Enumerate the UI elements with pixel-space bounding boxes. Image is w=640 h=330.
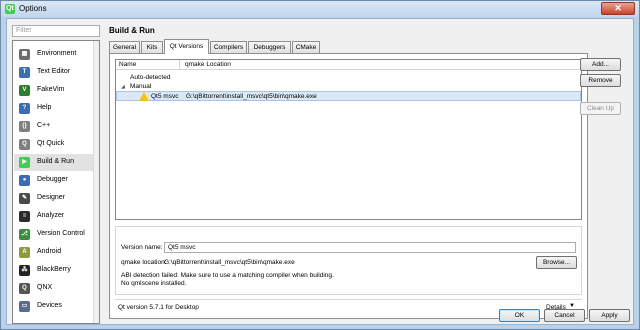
help-icon: ?	[19, 103, 30, 114]
fakevim-icon: V	[19, 85, 30, 96]
tab-general[interactable]: General	[109, 41, 140, 53]
sidebar-item-label: Devices	[37, 302, 62, 309]
qt-creator-icon: Qt	[5, 4, 15, 14]
tab-kits[interactable]: Kits	[141, 41, 163, 53]
column-separator[interactable]	[179, 60, 180, 70]
sidebar-item-label: Debugger	[37, 176, 68, 183]
add-button[interactable]: Add...	[580, 58, 621, 71]
page-title: Build & Run	[109, 26, 155, 35]
build-run-icon: ▶	[19, 157, 30, 168]
close-button[interactable]: ✕	[601, 2, 635, 15]
column-name-header[interactable]: Name	[119, 61, 136, 68]
qt-quick-icon: Q	[19, 139, 30, 150]
ok-button[interactable]: OK	[499, 309, 540, 322]
sidebar-item-label: Qt Quick	[37, 140, 65, 147]
sidebar-item-qnx[interactable]: Q QNX	[14, 280, 98, 297]
sidebar-item-label: BlackBerry	[37, 266, 71, 273]
remove-button[interactable]: Remove	[580, 74, 621, 87]
sidebar-item-environment[interactable]: ▦ Environment	[14, 46, 98, 63]
sidebar-item-fakevim[interactable]: V FakeVim	[14, 82, 98, 99]
expanded-arrow-icon[interactable]: ◢	[121, 84, 125, 90]
sidebar-item-label: Help	[37, 104, 52, 111]
sidebar-item-label: FakeVim	[37, 86, 65, 93]
sidebar-item-label: Designer	[37, 194, 66, 201]
qt-versions-panel: Name qmake Location Auto-detected ◢ Manu…	[109, 53, 588, 319]
tree-row-qt5-msvc[interactable]: Qt5 msvc G:\qBittorrent\install_msvc\qt5…	[116, 91, 581, 101]
sidebar-item-label: Environment	[37, 50, 77, 57]
sidebar-item-version-control[interactable]: ⎇ Version Control	[14, 226, 98, 243]
tab-debuggers[interactable]: Debuggers	[248, 41, 291, 53]
sidebar-item-devices[interactable]: ▭ Devices	[14, 298, 98, 315]
tree-label: Manual	[130, 83, 152, 90]
debugger-icon: ●	[19, 175, 30, 186]
sidebar-item-label: Build & Run	[37, 158, 74, 165]
sidebar-item-analyzer[interactable]: ≡ Analyzer	[14, 208, 98, 225]
sidebar-item-text-editor[interactable]: T Text Editor	[14, 64, 98, 81]
options-window: Qt Options ✕ Filter ▦ Environment T Text Ed…	[0, 0, 640, 330]
blackberry-icon: ⁂	[19, 265, 30, 276]
sidebar-item-qt-quick[interactable]: Q Qt Quick	[14, 136, 98, 153]
qmake-location-value: G:\qBittorrent\install_msvc\qt5\bin\qmak…	[164, 259, 295, 266]
sidebar-item-label: Text Editor	[37, 68, 71, 75]
sidebar-item-label: Analyzer	[37, 212, 65, 219]
qt-versions-tree[interactable]: Name qmake Location Auto-detected ◢ Manu…	[115, 59, 582, 220]
cancel-button[interactable]: Cancel	[544, 309, 585, 322]
tree-header: Name qmake Location	[116, 60, 581, 70]
qmake-location-label: qmake location:	[121, 259, 167, 266]
tree-label: Auto-detected	[130, 74, 171, 81]
tab-cmake[interactable]: CMake	[292, 41, 320, 53]
abi-error-message: ABI detection failed: Make sure to use a…	[121, 272, 334, 279]
tab-qt-versions[interactable]: Qt Versions	[164, 39, 209, 54]
qt-version-location: G:\qBittorrent\install_msvc\qt5\bin\qmak…	[186, 93, 317, 100]
sidebar-item-label: Version Control	[37, 230, 85, 237]
sidebar-item-build-run[interactable]: ▶ Build & Run	[14, 154, 98, 171]
devices-icon: ▭	[19, 301, 30, 312]
sidebar-item-designer[interactable]: ✎ Designer	[14, 190, 98, 207]
sidebar-item-label: C++	[37, 122, 51, 129]
cpp-icon: {}	[19, 121, 30, 132]
designer-icon: ✎	[19, 193, 30, 204]
environment-icon: ▦	[19, 49, 30, 60]
window-title: Options	[19, 4, 47, 13]
sidebar-item-android[interactable]: A Android	[14, 244, 98, 261]
clean-up-button[interactable]: Clean Up	[580, 102, 621, 115]
sidebar-item-c[interactable]: {} C++	[14, 118, 98, 135]
qt-version-name: Qt5 msvc	[151, 93, 179, 100]
tab-compilers[interactable]: Compilers	[210, 41, 247, 53]
category-scrollbar[interactable]	[93, 41, 99, 323]
qmlscene-message: No qmlscene installed.	[121, 280, 187, 287]
qnx-icon: Q	[19, 283, 30, 294]
sidebar-item-debugger[interactable]: ● Debugger	[14, 172, 98, 189]
version-control-icon: ⎇	[19, 229, 30, 240]
sidebar-item-help[interactable]: ? Help	[14, 100, 98, 117]
android-icon: A	[19, 247, 30, 258]
version-name-field[interactable]: Qt5 msvc	[164, 242, 576, 253]
browse-button[interactable]: Browse...	[536, 256, 577, 269]
dialog-body: Filter ▦ Environment T Text Editor V FakeVim?…	[6, 18, 634, 325]
filter-input[interactable]: Filter	[12, 25, 100, 37]
apply-button[interactable]: Apply	[589, 309, 630, 322]
column-qmake-location-header[interactable]: qmake Location	[185, 61, 231, 68]
sidebar-item-label: QNX	[37, 284, 53, 291]
qt-version-info: Qt version 5.7.1 for Desktop	[118, 304, 199, 311]
title-bar[interactable]: Qt Options ✕	[1, 1, 639, 17]
analyzer-icon: ≡	[19, 211, 30, 222]
text-editor-icon: T	[19, 67, 30, 78]
category-list: ▦ Environment T Text Editor V FakeVim? Help {} C…	[12, 40, 100, 324]
sidebar-item-blackberry[interactable]: ⁂ BlackBerry	[14, 262, 98, 279]
warning-icon	[139, 92, 149, 101]
version-details: Version name: Qt5 msvc qmake location: G…	[115, 226, 582, 295]
version-name-label: Version name:	[121, 244, 163, 251]
sidebar-item-label: Android	[37, 248, 62, 255]
